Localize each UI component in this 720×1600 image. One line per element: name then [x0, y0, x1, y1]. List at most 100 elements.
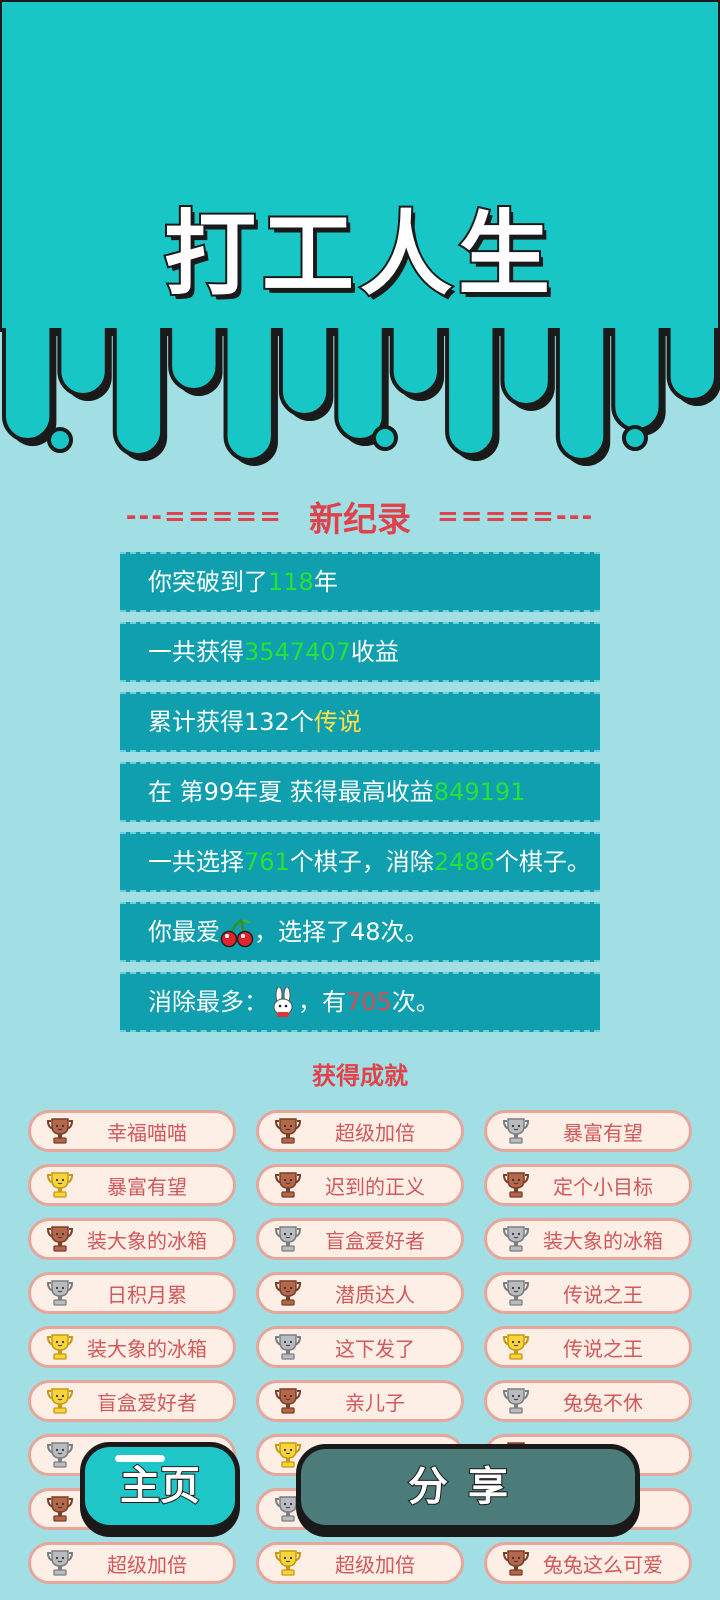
- trophy-icon: [46, 1442, 74, 1468]
- trophy-icon: [274, 1226, 302, 1252]
- drip-droplet: [372, 425, 398, 451]
- app-title: 打工人生: [162, 199, 556, 310]
- trophy-icon: [46, 1334, 74, 1360]
- record-hl: 849191: [433, 778, 526, 806]
- achievement-badge[interactable]: 超级加倍: [28, 1542, 236, 1584]
- record-post: 收益: [350, 638, 399, 666]
- record-pre: 你最爱: [148, 918, 220, 946]
- achievement-label: 迟到的正义: [325, 1174, 425, 1199]
- record-pre: 消除最多：: [148, 988, 268, 1016]
- achievement-badge[interactable]: 兔兔这么可爱: [484, 1542, 692, 1584]
- trophy-icon: [502, 1226, 530, 1252]
- record-row: 在 第99年夏 获得最高收益849191: [120, 762, 600, 822]
- trophy-icon: [274, 1280, 302, 1306]
- achievement-badge[interactable]: 传说之王: [484, 1272, 692, 1314]
- trophy-icon: [274, 1118, 302, 1144]
- achievement-badge[interactable]: 暴富有望: [28, 1164, 236, 1206]
- record-row: 一共获得3547407收益: [120, 622, 600, 682]
- trophy-icon: [274, 1550, 302, 1576]
- share-button[interactable]: 分享: [296, 1444, 640, 1530]
- cherry-icon: [220, 918, 254, 948]
- achievement-label: 兔兔这么可爱: [543, 1552, 663, 1577]
- record-pre: 累计获得132个: [148, 708, 314, 736]
- achievements-heading: 获得成就: [312, 1062, 408, 1090]
- record-pre: 一共选择: [148, 848, 244, 876]
- trophy-icon: [502, 1334, 530, 1360]
- share-button-label: 分享: [407, 1463, 528, 1511]
- record-hl: 118: [268, 568, 314, 596]
- records-heading: ---===== 新纪录 =====---: [0, 492, 720, 541]
- achievement-label: 兔兔不休: [563, 1390, 643, 1415]
- trophy-icon: [274, 1334, 302, 1360]
- drip-droplet: [47, 427, 73, 453]
- record-row: 你突破到了118年: [120, 552, 600, 612]
- record-hl: 3547407: [244, 638, 351, 666]
- achievement-label: 超级加倍: [335, 1552, 415, 1577]
- achievement-badge[interactable]: 这下发了: [256, 1326, 464, 1368]
- record-post: ，选择了48次。: [254, 918, 429, 946]
- achievement-badge[interactable]: 日积月累: [28, 1272, 236, 1314]
- record-hl2: 2486: [433, 848, 495, 876]
- achievement-label: 超级加倍: [335, 1120, 415, 1145]
- achievement-label: 盲盒爱好者: [97, 1390, 197, 1415]
- achievement-badge[interactable]: 装大象的冰箱: [28, 1326, 236, 1368]
- achievement-label: 装大象的冰箱: [87, 1228, 207, 1253]
- achievement-badge[interactable]: 传说之王: [484, 1326, 692, 1368]
- header-banner: 打工人生: [0, 0, 720, 480]
- record-pre: 一共获得: [148, 638, 244, 666]
- record-post: 次。: [391, 988, 440, 1016]
- trophy-icon: [46, 1280, 74, 1306]
- achievement-label: 装大象的冰箱: [543, 1228, 663, 1253]
- achievement-label: 这下发了: [335, 1336, 415, 1361]
- achievement-badge[interactable]: 定个小目标: [484, 1164, 692, 1206]
- trophy-icon: [502, 1172, 530, 1198]
- record-pre: 你突破到了: [148, 568, 268, 596]
- achievement-label: 装大象的冰箱: [87, 1336, 207, 1361]
- heading-dash-left: ---=====: [125, 501, 283, 532]
- record-post: 个棋子。: [494, 848, 591, 876]
- achievement-badge[interactable]: 盲盒爱好者: [28, 1380, 236, 1422]
- achievement-label: 传说之王: [563, 1336, 643, 1361]
- achievement-label: 传说之王: [563, 1282, 643, 1307]
- achievement-badge[interactable]: 潜质达人: [256, 1272, 464, 1314]
- achievement-badge[interactable]: 兔兔不休: [484, 1380, 692, 1422]
- home-button-label: 主页: [119, 1462, 201, 1510]
- trophy-icon: [46, 1496, 74, 1522]
- achievement-label: 亲儿子: [345, 1390, 405, 1415]
- achievement-badge[interactable]: 迟到的正义: [256, 1164, 464, 1206]
- achievement-label: 定个小目标: [553, 1174, 653, 1199]
- record-row: 消除最多： ，有705次。: [120, 972, 600, 1032]
- record-row: 一共选择761个棋子，消除2486个棋子。: [120, 832, 600, 892]
- trophy-icon: [274, 1172, 302, 1198]
- record-list: 你突破到了118年 一共获得3547407收益 累计获得132个传说在 第99年夏 …: [120, 552, 600, 1042]
- achievement-label: 潜质达人: [335, 1282, 415, 1307]
- trophy-icon: [46, 1118, 74, 1144]
- trophy-icon: [274, 1388, 302, 1414]
- trophy-icon: [502, 1118, 530, 1144]
- rabbit-icon: [268, 986, 298, 1017]
- record-hl: 761: [244, 848, 290, 876]
- trophy-icon: [46, 1172, 74, 1198]
- achievement-badge[interactable]: 暴富有望: [484, 1110, 692, 1152]
- achievement-badge[interactable]: 盲盒爱好者: [256, 1218, 464, 1260]
- achievement-badge[interactable]: 装大象的冰箱: [484, 1218, 692, 1260]
- achievement-label: 超级加倍: [107, 1552, 187, 1577]
- achievement-badge[interactable]: 超级加倍: [256, 1542, 464, 1584]
- trophy-icon: [502, 1550, 530, 1576]
- home-button[interactable]: 主页: [80, 1442, 240, 1530]
- achievement-badge[interactable]: 装大象的冰箱: [28, 1218, 236, 1260]
- records-title: 新纪录: [309, 500, 411, 540]
- drip-droplet: [622, 425, 648, 451]
- achievement-label: 盲盒爱好者: [325, 1228, 425, 1253]
- achievement-badge[interactable]: 亲儿子: [256, 1380, 464, 1422]
- record-hl: 传说: [313, 708, 362, 736]
- trophy-icon: [46, 1226, 74, 1252]
- achievement-label: 日积月累: [107, 1282, 187, 1307]
- record-pre: 在 第99年夏 获得最高收益: [148, 778, 434, 806]
- record-hl: 705: [346, 988, 392, 1016]
- record-mid: 个棋子，消除: [289, 848, 434, 876]
- achievement-badge[interactable]: 超级加倍: [256, 1110, 464, 1152]
- heading-dash-right: =====---: [437, 501, 595, 532]
- achievement-badge[interactable]: 幸福喵喵: [28, 1110, 236, 1152]
- achievement-label: 幸福喵喵: [107, 1120, 187, 1145]
